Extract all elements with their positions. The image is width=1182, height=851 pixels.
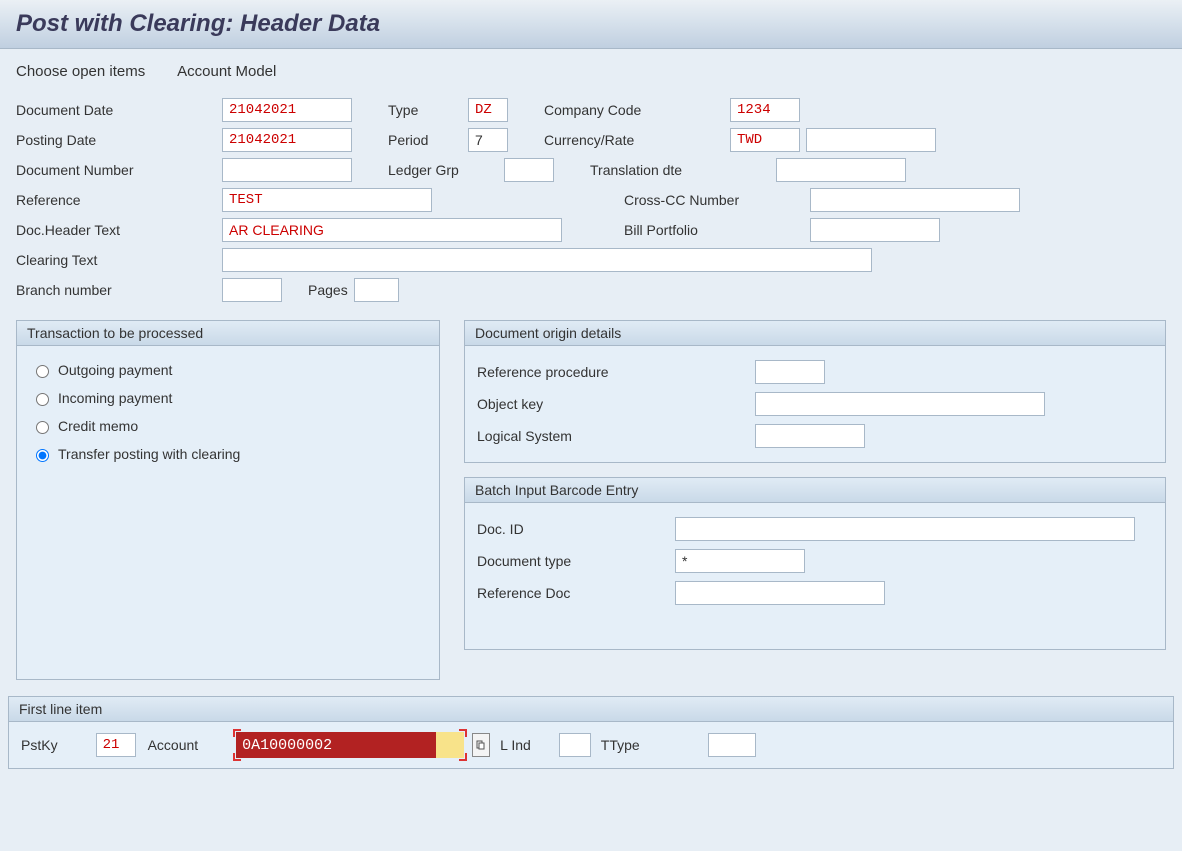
period-label: Period xyxy=(388,132,462,148)
title-bar: Post with Clearing: Header Data xyxy=(0,0,1182,49)
document-date-input[interactable] xyxy=(222,98,352,122)
period-input[interactable] xyxy=(468,128,508,152)
page-title: Post with Clearing: Header Data xyxy=(16,10,1166,38)
document-date-label: Document Date xyxy=(16,102,216,118)
cross-cc-label: Cross-CC Number xyxy=(624,192,804,208)
focus-corner-icon xyxy=(459,753,467,761)
account-model-button[interactable]: Account Model xyxy=(177,63,276,80)
translation-dte-input[interactable] xyxy=(776,158,906,182)
first-line-groupbox: First line item PstKy Account L Ind TTyp… xyxy=(8,696,1174,769)
account-field-wrap xyxy=(236,732,464,758)
focus-corner-icon xyxy=(459,729,467,737)
sgl-ind-label: L Ind xyxy=(500,737,531,753)
rate-input[interactable] xyxy=(806,128,936,152)
type-label: Type xyxy=(388,102,462,118)
pstky-input[interactable] xyxy=(96,733,136,757)
object-key-input[interactable] xyxy=(755,392,1045,416)
barcode-title: Batch Input Barcode Entry xyxy=(465,478,1165,503)
pages-input[interactable] xyxy=(354,278,399,302)
reference-doc-label: Reference Doc xyxy=(477,585,667,601)
ttype-label: TType xyxy=(601,737,640,753)
pstky-label: PstKy xyxy=(21,737,58,753)
object-key-label: Object key xyxy=(477,396,747,412)
sgl-ind-input[interactable] xyxy=(559,733,591,757)
ref-procedure-label: Reference procedure xyxy=(477,364,747,380)
transfer-posting-radio[interactable] xyxy=(36,449,49,462)
branch-number-label: Branch number xyxy=(16,282,216,298)
translation-dte-label: Translation dte xyxy=(590,162,770,178)
transaction-title: Transaction to be processed xyxy=(17,321,439,346)
toolbar: Choose open items Account Model xyxy=(0,49,1182,94)
doc-id-input[interactable] xyxy=(675,517,1135,541)
ledger-grp-input[interactable] xyxy=(504,158,554,182)
posting-date-input[interactable] xyxy=(222,128,352,152)
outgoing-payment-radio[interactable] xyxy=(36,365,49,378)
clearing-text-input[interactable] xyxy=(222,248,872,272)
origin-groupbox: Document origin details Reference proced… xyxy=(464,320,1166,463)
document-number-label: Document Number xyxy=(16,162,216,178)
focus-corner-icon xyxy=(233,729,241,737)
logical-system-input[interactable] xyxy=(755,424,865,448)
clearing-text-label: Clearing Text xyxy=(16,252,216,268)
transfer-posting-label: Transfer posting with clearing xyxy=(58,446,240,462)
currency-rate-label: Currency/Rate xyxy=(544,132,724,148)
transaction-groupbox: Transaction to be processed Outgoing pay… xyxy=(16,320,440,680)
search-help-icon xyxy=(476,740,486,750)
origin-title: Document origin details xyxy=(465,321,1165,346)
first-line-title: First line item xyxy=(9,697,1173,722)
company-code-input[interactable] xyxy=(730,98,800,122)
ledger-grp-label: Ledger Grp xyxy=(388,162,498,178)
doc-header-text-label: Doc.Header Text xyxy=(16,222,216,238)
incoming-payment-label: Incoming payment xyxy=(58,390,172,406)
document-number-input[interactable] xyxy=(222,158,352,182)
header-form: Document Date Type Company Code Posting … xyxy=(0,94,1182,312)
account-input[interactable] xyxy=(236,732,436,758)
bill-portfolio-label: Bill Portfolio xyxy=(624,222,804,238)
barcode-groupbox: Batch Input Barcode Entry Doc. ID Docume… xyxy=(464,477,1166,650)
currency-input[interactable] xyxy=(730,128,800,152)
reference-label: Reference xyxy=(16,192,216,208)
ttype-input[interactable] xyxy=(708,733,756,757)
company-code-label: Company Code xyxy=(544,102,724,118)
pages-label: Pages xyxy=(308,282,348,298)
account-search-help-button[interactable] xyxy=(472,733,490,757)
focus-corner-icon xyxy=(233,753,241,761)
incoming-payment-radio[interactable] xyxy=(36,393,49,406)
reference-input[interactable] xyxy=(222,188,432,212)
document-type-label: Document type xyxy=(477,553,667,569)
cross-cc-input[interactable] xyxy=(810,188,1020,212)
logical-system-label: Logical System xyxy=(477,428,747,444)
document-type-input[interactable] xyxy=(675,549,805,573)
branch-number-input[interactable] xyxy=(222,278,282,302)
account-label: Account xyxy=(148,737,199,753)
ref-procedure-input[interactable] xyxy=(755,360,825,384)
credit-memo-radio[interactable] xyxy=(36,421,49,434)
posting-date-label: Posting Date xyxy=(16,132,216,148)
outgoing-payment-label: Outgoing payment xyxy=(58,362,172,378)
type-input[interactable] xyxy=(468,98,508,122)
credit-memo-label: Credit memo xyxy=(58,418,138,434)
choose-open-items-button[interactable]: Choose open items xyxy=(16,63,145,80)
doc-id-label: Doc. ID xyxy=(477,521,667,537)
reference-doc-input[interactable] xyxy=(675,581,885,605)
doc-header-text-input[interactable] xyxy=(222,218,562,242)
bill-portfolio-input[interactable] xyxy=(810,218,940,242)
